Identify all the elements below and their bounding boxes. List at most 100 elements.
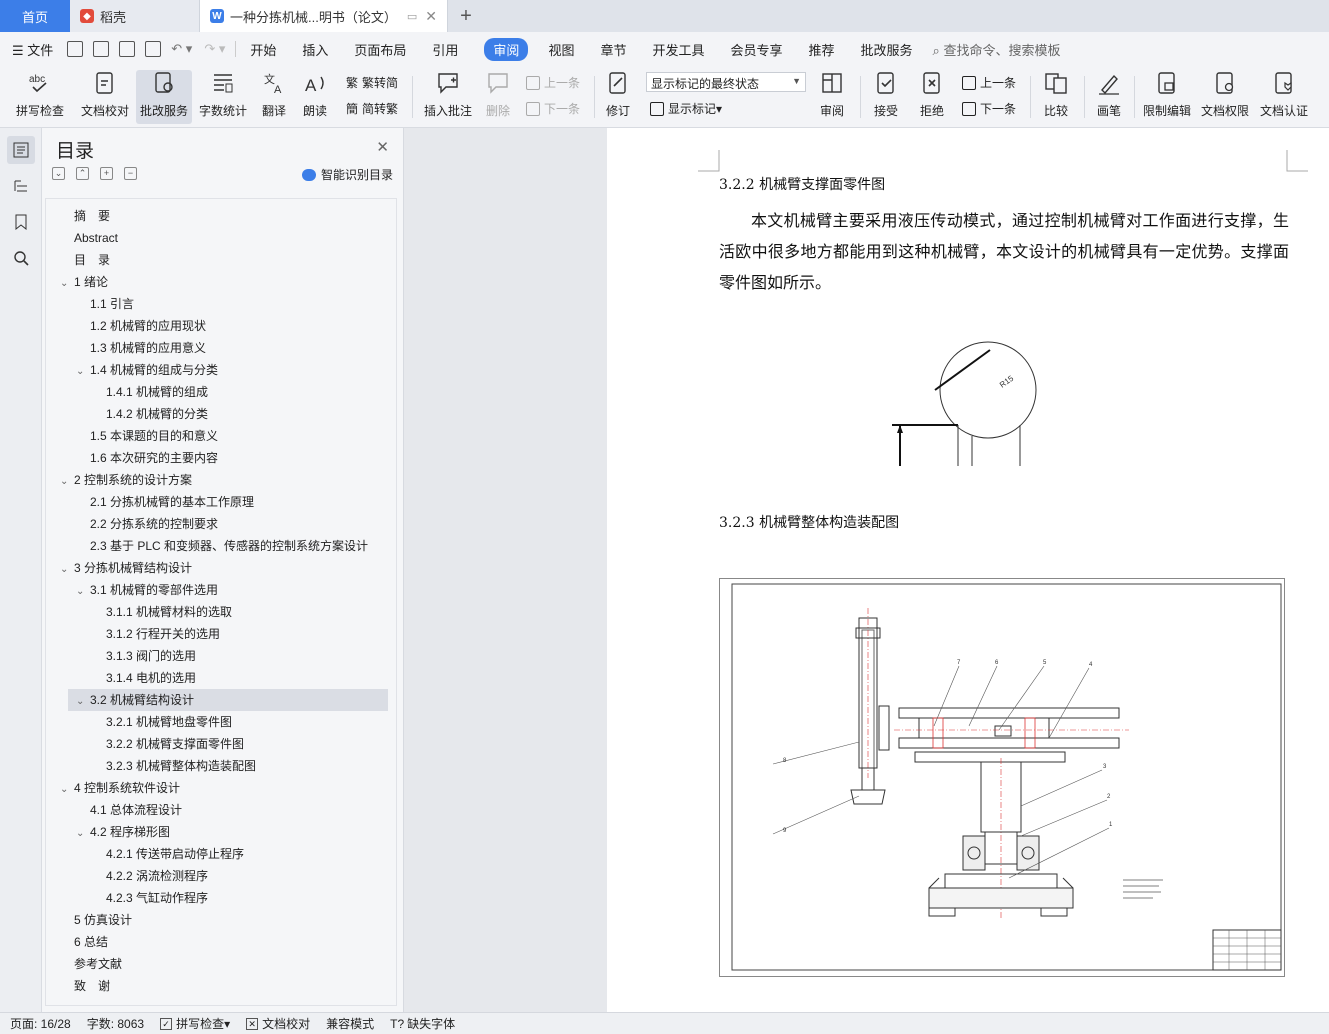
prev-change-button[interactable]: 上一条 [962, 74, 1016, 91]
new-tab-button[interactable]: + [448, 0, 484, 32]
permission-button[interactable]: 文档权限 [1198, 70, 1252, 124]
chevron-down-icon[interactable]: ⌄ [76, 823, 90, 845]
close-tab-icon[interactable]: ✕ [425, 8, 437, 25]
toc-item[interactable]: 4.2.1 传送带启动停止程序 [46, 843, 396, 865]
translate-button[interactable]: 文A 翻译 [254, 70, 294, 124]
toc-item[interactable]: 3.1.2 行程开关的选用 [46, 623, 396, 645]
toc-item[interactable]: ⌄ 3.2 机械臂结构设计 [68, 689, 388, 711]
toc-item[interactable]: 1.4.2 机械臂的分类 [46, 403, 396, 425]
toc-item[interactable]: 目 录 [46, 249, 396, 271]
toc-item[interactable]: 致 谢 [46, 975, 396, 997]
accept-button[interactable]: 接受 [868, 70, 904, 124]
preview-icon[interactable] [145, 41, 162, 57]
toc-item[interactable]: ⌄ 2 控制系统的设计方案 [46, 469, 396, 491]
smart-toc-button[interactable]: 智能识别目录 [301, 166, 393, 183]
trad-to-simp-button[interactable]: 繁繁转简 [346, 74, 398, 91]
toc-item[interactable]: 1.3 机械臂的应用意义 [46, 337, 396, 359]
prev-comment-button[interactable]: 上一条 [526, 74, 580, 91]
menu-review[interactable]: 审阅 [484, 37, 529, 61]
restrict-edit-button[interactable]: 限制编辑 [1140, 70, 1194, 124]
chevron-down-icon[interactable]: ⌄ [76, 581, 90, 603]
toc-item[interactable]: ⌄ 3 分拣机械臂结构设计 [46, 557, 396, 579]
toc-panel-icon[interactable] [7, 136, 35, 164]
search-icon[interactable] [7, 244, 35, 272]
toc-item[interactable]: 3.2.2 机械臂支撑面零件图 [46, 733, 396, 755]
toc-item[interactable]: Abstract [46, 227, 396, 249]
remove-level-icon[interactable]: − [124, 167, 137, 180]
toc-item[interactable]: 1.5 本课题的目的和意义 [46, 425, 396, 447]
markup-state-select[interactable]: 显示标记的最终状态 ▼ [646, 72, 806, 92]
certify-button[interactable]: 文档认证 [1256, 70, 1312, 124]
status-spellcheck[interactable]: ✓ 拼写检查 ▾ [160, 1015, 230, 1032]
print-icon[interactable] [119, 41, 136, 57]
toc-item[interactable]: 3.1.4 电机的选用 [46, 667, 396, 689]
wordcount-button[interactable]: 字数统计 [196, 70, 250, 124]
tab-document[interactable]: W 一种分拣机械...明书（论文） ▭ ✕ [200, 0, 448, 32]
proofread-button[interactable]: 文档校对 [78, 70, 132, 124]
save-icon[interactable] [67, 41, 84, 57]
chevron-down-icon[interactable]: ⌄ [76, 361, 90, 383]
menu-insert[interactable]: 插入 [302, 40, 328, 59]
toc-item[interactable]: ⌄ 1 绪论 [46, 271, 396, 293]
toc-item[interactable]: ⌄ 3.1 机械臂的零部件选用 [46, 579, 396, 601]
page-indicator[interactable]: 页面: 16/28 [10, 1015, 71, 1032]
command-search[interactable]: ⌕ 查找命令、搜索模板 [933, 40, 1061, 59]
toc-item[interactable]: 1.2 机械臂的应用现状 [46, 315, 396, 337]
toc-item[interactable]: 摘 要 [46, 205, 396, 227]
show-markup-button[interactable]: 显示标记 ▾ [650, 100, 722, 117]
toc-item[interactable]: 参考文献 [46, 953, 396, 975]
tab-home[interactable]: 首页 [0, 0, 70, 32]
tab-daoke[interactable]: ◆ 稻壳 [70, 0, 200, 32]
delete-comment-button[interactable]: 删除 [480, 70, 516, 124]
pen-button[interactable]: 画笔 [1092, 70, 1126, 124]
toc-item[interactable]: 1.6 本次研究的主要内容 [46, 447, 396, 469]
toc-item[interactable]: 1.1 引言 [46, 293, 396, 315]
toc-item[interactable]: 3.2.1 机械臂地盘零件图 [46, 711, 396, 733]
chevron-down-icon[interactable]: ⌄ [60, 471, 74, 493]
file-menu[interactable]: ☰ 文件 [12, 40, 53, 59]
menu-recommend[interactable]: 推荐 [809, 40, 835, 59]
toc-item[interactable]: 3.2.3 机械臂整体构造装配图 [46, 755, 396, 777]
read-aloud-button[interactable]: A 朗读 [298, 70, 332, 124]
toc-item[interactable]: ⌄ 4.2 程序梯形图 [46, 821, 396, 843]
simp-to-trad-button[interactable]: 簡简转繁 [346, 100, 398, 117]
bookmark-icon[interactable] [7, 208, 35, 236]
menu-devtools[interactable]: 开发工具 [652, 40, 704, 59]
export-icon[interactable] [93, 41, 110, 57]
close-icon[interactable]: ✕ [376, 138, 389, 156]
outline-icon[interactable] [7, 172, 35, 200]
chevron-down-icon[interactable]: ⌄ [60, 779, 74, 801]
toc-item[interactable]: ⌄ 1.4 机械臂的组成与分类 [46, 359, 396, 381]
next-comment-button[interactable]: 下一条 [526, 100, 580, 117]
chevron-down-icon[interactable]: ⌄ [76, 691, 90, 713]
revise-button[interactable]: 修订 [600, 70, 636, 124]
compare-button[interactable]: 比较 [1038, 70, 1074, 124]
add-level-icon[interactable]: + [100, 167, 113, 180]
missing-font[interactable]: T? 缺失字体 [390, 1015, 455, 1032]
insert-comment-button[interactable]: 插入批注 [420, 70, 476, 124]
menu-start[interactable]: 开始 [250, 40, 276, 59]
menu-reference[interactable]: 引用 [432, 40, 458, 59]
menu-chapter[interactable]: 章节 [600, 40, 626, 59]
redo-icon[interactable]: ↷ ▾ [204, 41, 225, 57]
expand-all-icon[interactable]: ⌄ [52, 167, 65, 180]
toc-item[interactable]: 2.3 基于 PLC 和变频器、传感器的控制系统方案设计 [46, 535, 396, 557]
word-count[interactable]: 字数: 8063 [87, 1015, 144, 1032]
toc-item[interactable]: 1.4.1 机械臂的组成 [46, 381, 396, 403]
spellcheck-button[interactable]: abc 拼写检查 [10, 70, 70, 124]
status-proofread[interactable]: ✕ 文档校对 [246, 1015, 310, 1032]
next-change-button[interactable]: 下一条 [962, 100, 1016, 117]
menu-correction[interactable]: 批改服务 [861, 40, 913, 59]
toc-item[interactable]: 2.1 分拣机械臂的基本工作原理 [46, 491, 396, 513]
correction-button[interactable]: 批改服务 [136, 70, 192, 124]
reject-button[interactable]: 拒绝 [914, 70, 950, 124]
toc-item[interactable]: 2.2 分拣系统的控制要求 [46, 513, 396, 535]
review-pane-button[interactable]: 审阅 [814, 70, 850, 124]
undo-icon[interactable]: ↶ ▾ [171, 41, 192, 57]
collapse-all-icon[interactable]: ⌃ [76, 167, 89, 180]
menu-view[interactable]: 视图 [548, 40, 574, 59]
toc-item[interactable]: 4.2.2 涡流检测程序 [46, 865, 396, 887]
chevron-down-icon[interactable]: ⌄ [60, 559, 74, 581]
toc-item[interactable]: ⌄ 4 控制系统软件设计 [46, 777, 396, 799]
toc-item[interactable]: 5 仿真设计 [46, 909, 396, 931]
